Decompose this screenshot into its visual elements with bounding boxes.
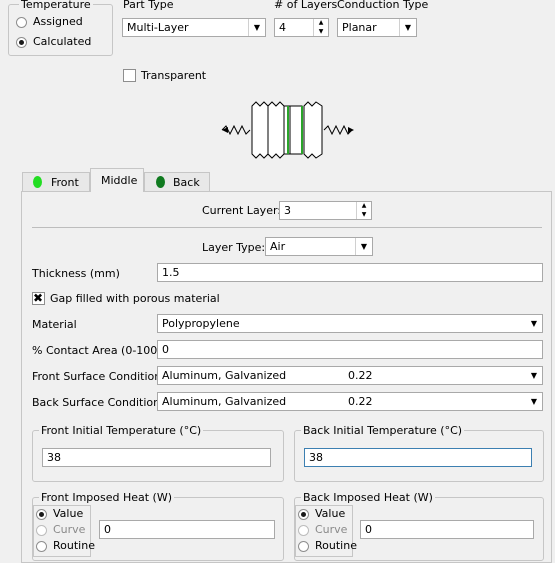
tab-middle[interactable]: Middle [90,168,144,192]
assigned-label: Assigned [33,15,83,28]
contact-area-value: 0 [162,343,169,356]
current-layer-label: Current Layer: [202,204,281,217]
front-heat-routine-label: Routine [53,539,95,552]
tab-front[interactable]: Front [22,172,90,192]
tab-active-cover [91,190,143,192]
back-surface-value: Aluminum, Galvanized [162,395,287,408]
divider [32,227,542,228]
front-imposed-heat-value: 0 [104,523,111,536]
back-surface-select[interactable]: Aluminum, Galvanized 0.22 ▼ [157,392,543,411]
layer-diagram-icon [221,101,354,159]
assigned-radio[interactable] [16,17,27,28]
spin-up-icon[interactable]: ▲ [314,19,328,27]
back-imposed-heat-value: 0 [365,523,372,536]
thickness-value: 1.5 [162,266,180,279]
spin-up-icon[interactable]: ▲ [357,202,371,210]
thickness-label: Thickness (mm) [32,267,120,280]
transparent-checkbox[interactable] [123,69,136,82]
front-initial-temp-value: 38 [47,451,61,464]
chevron-down-icon: ▼ [248,19,265,36]
spin-down-icon[interactable]: ▼ [357,211,371,219]
tab-back-label: Back [173,176,200,189]
layer-type-select[interactable]: Air ▼ [265,237,373,256]
calculated-label: Calculated [33,35,92,48]
current-layer-spin[interactable]: ▲ ▼ [356,202,371,219]
calculated-radio[interactable] [16,37,27,48]
part-type-value: Multi-Layer [127,21,189,34]
green-dot-icon [33,176,42,188]
conduction-type-select[interactable]: Planar ▼ [337,18,417,37]
num-layers-value: 4 [279,21,286,34]
front-heat-curve-radio[interactable] [36,525,47,536]
back-heat-routine-label: Routine [315,539,357,552]
material-value: Polypropylene [162,317,240,330]
back-initial-temp-input[interactable]: 38 [304,448,532,467]
front-heat-routine-radio[interactable] [36,541,47,552]
material-label: Material [32,318,77,331]
spin-down-icon[interactable]: ▼ [314,28,328,36]
front-initial-temp-input[interactable]: 38 [42,448,271,467]
chevron-down-icon: ▼ [399,19,416,36]
transparent-label: Transparent [141,69,207,82]
front-surface-select[interactable]: Aluminum, Galvanized 0.22 ▼ [157,366,543,385]
temperature-group: Temperature [8,0,113,56]
back-heat-routine-radio[interactable] [298,541,309,552]
gap-filled-label: Gap filled with porous material [50,292,220,305]
contact-area-input[interactable]: 0 [157,340,543,359]
gap-filled-checkbox[interactable] [32,291,45,305]
tab-back[interactable]: Back [144,172,210,192]
back-heat-value-radio[interactable] [298,509,309,520]
back-surface-emissivity: 0.22 [348,395,373,408]
back-imposed-heat-title: Back Imposed Heat (W) [301,491,435,504]
front-heat-curve-label: Curve [53,523,86,536]
front-imposed-heat-title: Front Imposed Heat (W) [39,491,175,504]
chevron-down-icon: ▼ [355,238,372,255]
front-surface-label: Front Surface Condition [32,370,162,383]
back-initial-temp-title: Back Initial Temperature (°C) [301,424,465,437]
num-layers-spinner[interactable]: 4 ▲ ▼ [274,18,329,37]
front-imposed-heat-input[interactable]: 0 [99,520,275,539]
chevron-down-icon: ▼ [530,397,538,406]
thickness-input[interactable]: 1.5 [157,263,543,282]
temperature-title: Temperature [19,0,93,11]
part-type-label: Part Type [123,0,174,11]
num-layers-spin[interactable]: ▲ ▼ [313,19,328,36]
contact-area-label: % Contact Area (0-100) [32,344,162,357]
dark-green-dot-icon [156,176,165,188]
back-surface-label: Back Surface Condition [32,396,161,409]
layer-type-value: Air [270,240,286,253]
tab-front-label: Front [51,176,79,189]
front-heat-value-label: Value [53,507,84,520]
conduction-type-label: Conduction Type [337,0,429,11]
back-imposed-heat-input[interactable]: 0 [360,520,534,539]
layer-type-label: Layer Type: [202,241,266,254]
front-heat-value-radio[interactable] [36,509,47,520]
current-layer-value: 3 [284,204,291,217]
back-initial-temp-value: 38 [309,451,323,464]
front-initial-temp-title: Front Initial Temperature (°C) [39,424,204,437]
part-type-select[interactable]: Multi-Layer ▼ [122,18,266,37]
conduction-type-value: Planar [342,21,377,34]
material-select[interactable]: Polypropylene ▼ [157,314,543,333]
front-surface-value: Aluminum, Galvanized [162,369,287,382]
num-layers-label: # of Layers [274,0,338,11]
current-layer-spinner[interactable]: 3 ▲ ▼ [279,201,372,220]
back-heat-curve-label: Curve [315,523,348,536]
chevron-down-icon: ▼ [530,371,538,380]
front-surface-emissivity: 0.22 [348,369,373,382]
tab-middle-label: Middle [101,174,138,187]
back-heat-value-label: Value [315,507,346,520]
chevron-down-icon: ▼ [530,319,538,328]
back-heat-curve-radio[interactable] [298,525,309,536]
